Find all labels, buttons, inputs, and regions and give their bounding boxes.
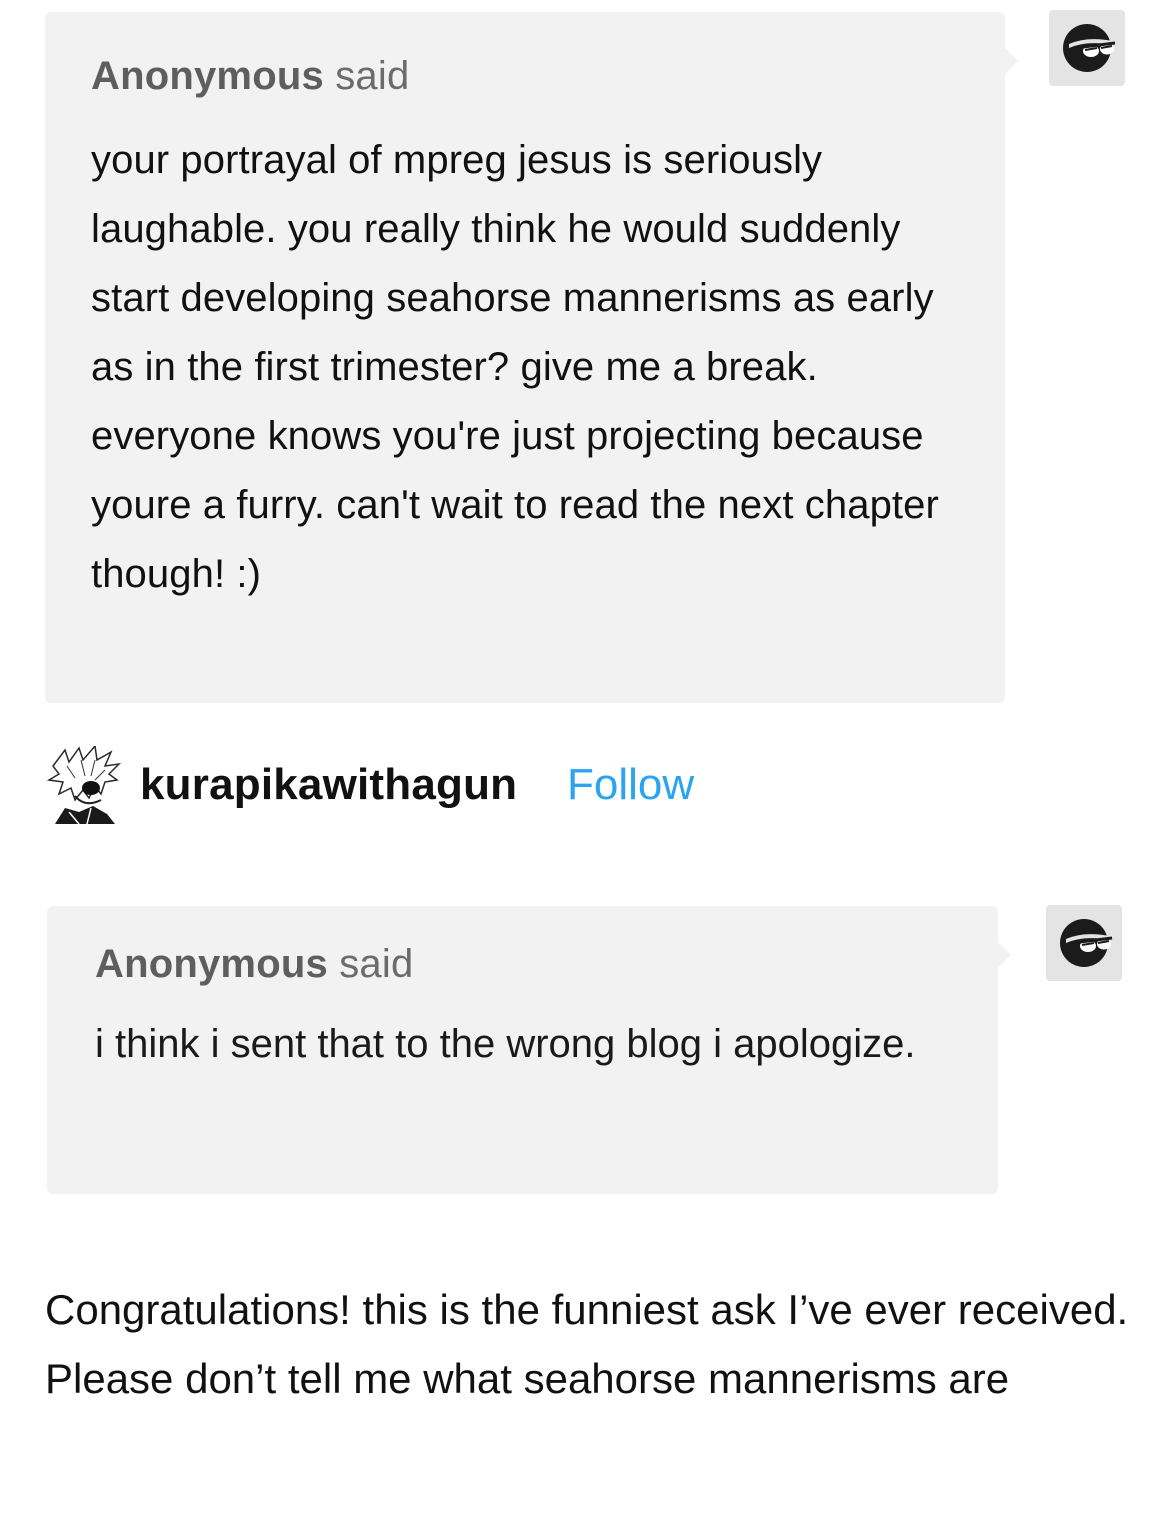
ask-question-text: i think i sent that to the wrong blog i … bbox=[95, 1022, 916, 1066]
anon-avatar[interactable] bbox=[1049, 10, 1125, 86]
follow-button[interactable]: Follow bbox=[567, 760, 694, 810]
ask-bubble: Anonymous said your portrayal of mpreg j… bbox=[45, 12, 1018, 703]
asker-line: Anonymous said bbox=[95, 940, 950, 988]
reblog-user-row: kurapikawithagun Follow bbox=[45, 746, 945, 826]
answer-text: Congratulations! this is the funniest as… bbox=[45, 1286, 1129, 1402]
ask-question-text: your portrayal of mpreg jesus is serious… bbox=[91, 138, 939, 596]
blog-username[interactable]: kurapikawithagun bbox=[140, 760, 517, 810]
asker-said: said bbox=[327, 942, 414, 986]
sunglasses-anon-icon bbox=[1060, 919, 1113, 967]
ask-bubble: Anonymous said i think i sent that to th… bbox=[47, 906, 1011, 1194]
sunglasses-anon-icon bbox=[1063, 24, 1116, 72]
asker-line: Anonymous said bbox=[91, 52, 959, 100]
asker-name: Anonymous bbox=[91, 54, 324, 98]
manga-avatar-image bbox=[45, 746, 121, 824]
asker-name: Anonymous bbox=[95, 942, 328, 986]
user-avatar[interactable] bbox=[45, 746, 121, 824]
asker-said: said bbox=[323, 54, 410, 98]
anon-avatar[interactable] bbox=[1046, 905, 1122, 981]
